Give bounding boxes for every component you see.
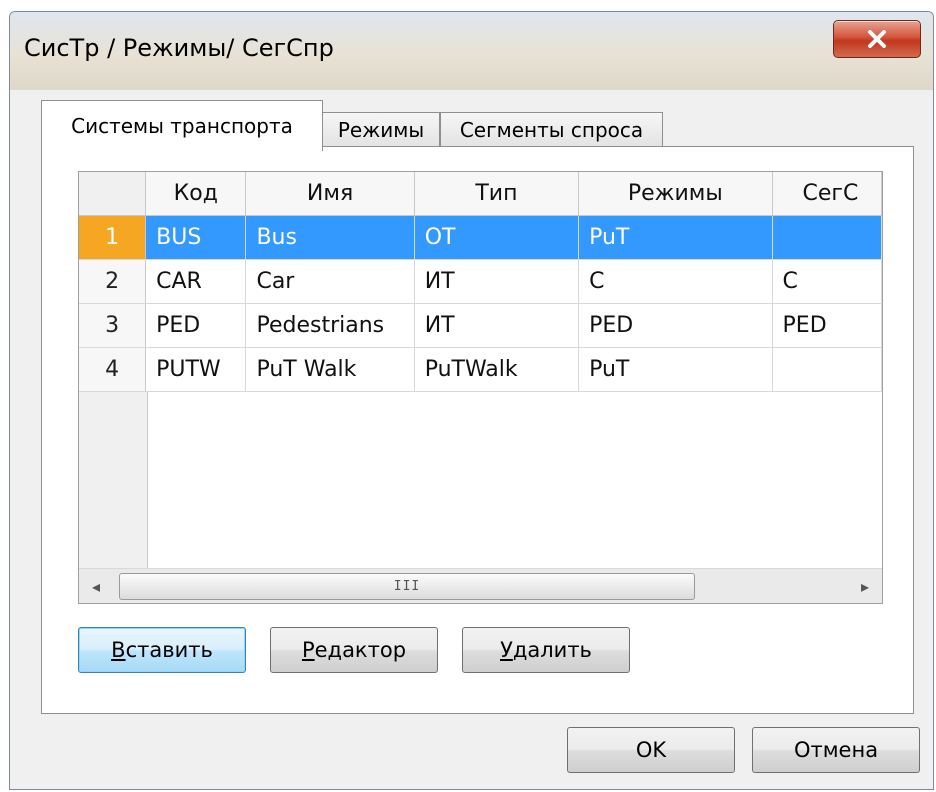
grid-corner[interactable] [79, 172, 147, 216]
editor-accel: Р [301, 638, 315, 662]
column-header-demand-segments[interactable]: СегС [772, 172, 882, 216]
cell-name[interactable]: Car [245, 259, 415, 304]
cell-modes[interactable]: C [578, 259, 773, 304]
tab-transport-systems[interactable]: Системы транспорта [41, 100, 323, 151]
cancel-button[interactable]: Отмена [752, 727, 920, 773]
cell-type[interactable]: ОТ [414, 215, 580, 260]
dialog-window: СисТр / Режимы/ СегСпр Системы транспорт… [9, 11, 934, 790]
insert-accel: В [111, 638, 126, 662]
table-row[interactable]: 2 CAR Car ИТ C C [79, 259, 882, 304]
delete-accel: У [500, 638, 513, 662]
table-row[interactable]: 4 PUTW PuT Walk PuTWalk PuT [79, 347, 882, 392]
cell-code[interactable]: PUTW [145, 347, 247, 392]
cell-code[interactable]: CAR [145, 259, 247, 304]
cell-name[interactable]: Bus [245, 215, 415, 260]
column-header-name[interactable]: Имя [245, 172, 415, 216]
column-header-code[interactable]: Код [145, 172, 247, 216]
cell-modes[interactable]: PuT [578, 215, 773, 260]
cell-name[interactable]: PuT Walk [245, 347, 415, 392]
row-number[interactable]: 1 [79, 215, 147, 260]
insert-label: ставить [125, 638, 213, 662]
chevron-left-icon: ◂ [91, 576, 101, 596]
close-icon [868, 30, 886, 48]
cell-demand-segments[interactable] [772, 215, 882, 260]
row-number[interactable]: 4 [79, 347, 147, 392]
editor-button[interactable]: Редактор [270, 627, 438, 673]
title-bar[interactable]: СисТр / Режимы/ СегСпр [10, 12, 933, 90]
cell-modes[interactable]: PED [578, 303, 773, 348]
cell-demand-segments[interactable]: C [772, 259, 882, 304]
delete-label: далить [512, 638, 592, 662]
cell-code[interactable]: BUS [145, 215, 247, 260]
cell-demand-segments[interactable] [772, 347, 882, 392]
tab-panel: Код Имя Тип Режимы СегС 1 BUS Bus ОТ PuT [41, 146, 914, 714]
tab-label: Системы транспорта [71, 114, 293, 138]
close-button[interactable] [833, 20, 921, 58]
tab-modes[interactable]: Режимы [322, 112, 440, 147]
column-header-modes[interactable]: Режимы [578, 172, 773, 216]
cell-type[interactable]: PuTWalk [414, 347, 580, 392]
cell-name[interactable]: Pedestrians [245, 303, 415, 348]
window-title: СисТр / Режимы/ СегСпр [24, 34, 334, 62]
scroll-right-button[interactable]: ▸ [848, 569, 882, 603]
table-row[interactable]: 1 BUS Bus ОТ PuT [79, 215, 882, 260]
tab-label: Режимы [337, 118, 425, 142]
editor-label: едактор [314, 638, 407, 662]
grid-empty-area [148, 392, 882, 569]
grip-icon: III [393, 579, 421, 594]
row-header-empty-area [79, 392, 148, 569]
cell-demand-segments[interactable]: PED [772, 303, 882, 348]
dialog-client-area: Системы транспорта Режимы Сегменты спрос… [16, 90, 925, 783]
cell-type[interactable]: ИТ [414, 259, 580, 304]
row-number[interactable]: 3 [79, 303, 147, 348]
tab-label: Сегменты спроса [459, 118, 644, 142]
table-row[interactable]: 3 PED Pedestrians ИТ PED PED [79, 303, 882, 348]
tab-demand-segments[interactable]: Сегменты спроса [440, 112, 663, 147]
transport-systems-grid[interactable]: Код Имя Тип Режимы СегС 1 BUS Bus ОТ PuT [78, 171, 883, 604]
chevron-right-icon: ▸ [860, 576, 870, 596]
ok-label: OK [635, 738, 667, 762]
horizontal-scrollbar[interactable]: ◂ III ▸ [79, 568, 882, 603]
cancel-label: Отмена [793, 738, 879, 762]
scrollbar-thumb[interactable]: III [119, 573, 695, 600]
delete-button[interactable]: Удалить [462, 627, 630, 673]
scroll-left-button[interactable]: ◂ [79, 569, 113, 603]
ok-button[interactable]: OK [567, 727, 735, 773]
cell-code[interactable]: PED [145, 303, 247, 348]
header-row: Код Имя Тип Режимы СегС [79, 172, 882, 216]
row-number[interactable]: 2 [79, 259, 147, 304]
cell-type[interactable]: ИТ [414, 303, 580, 348]
cell-modes[interactable]: PuT [578, 347, 773, 392]
column-header-type[interactable]: Тип [414, 172, 580, 216]
insert-button[interactable]: Вставить [78, 627, 246, 673]
